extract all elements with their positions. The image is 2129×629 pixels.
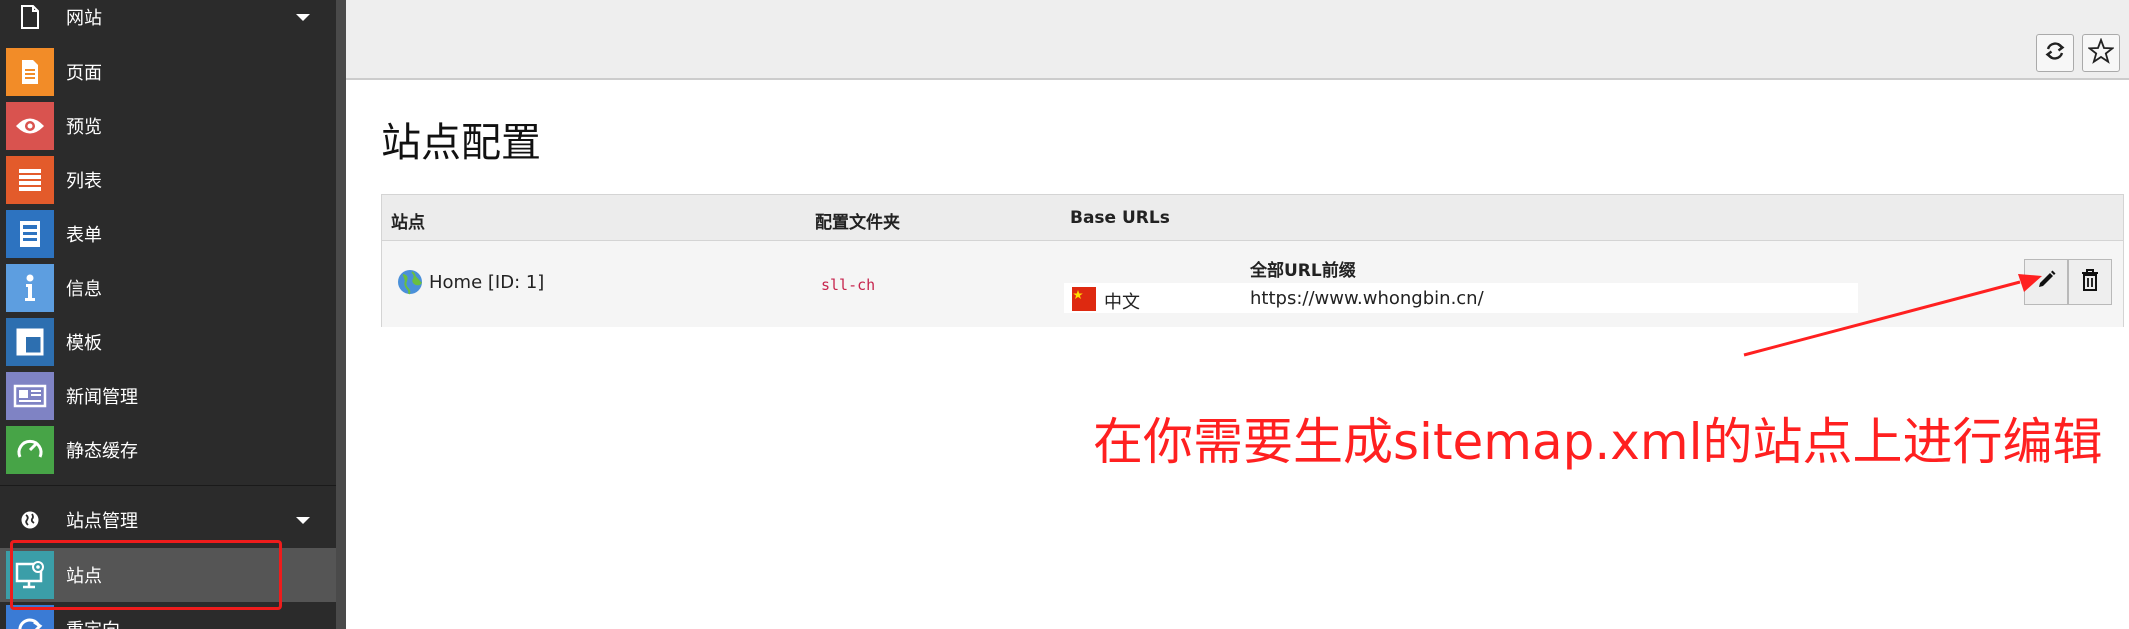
annotation-highlight-box [10,540,282,610]
document-icon [10,0,50,36]
language-label: 中文 [1104,292,1140,313]
info-icon [6,264,54,312]
bookmark-button[interactable] [2082,34,2120,72]
sidebar-item-list[interactable]: 列表 [0,153,336,207]
chevron-down-icon[interactable] [296,13,310,21]
reload-icon [2044,40,2066,66]
list-icon [6,156,54,204]
sidebar-item-info[interactable]: 信息 [0,261,336,315]
sidebar-group-label: 网站 [66,8,102,29]
sidebar-item-label: 列表 [66,171,102,192]
china-flag-icon [1072,287,1096,311]
sidebar-item-label: 信息 [66,279,102,300]
sidebar-item-static-cache[interactable]: 静态缓存 [0,423,336,477]
news-icon [6,372,54,420]
sidebar-item-label: 页面 [66,63,102,84]
globe-icon [10,501,50,539]
sidebar-item-form[interactable]: 表单 [0,207,336,261]
page-icon [6,48,54,96]
sidebar-group-site-management[interactable]: 站点管理 [0,501,336,539]
star-icon [2086,37,2116,68]
form-icon [6,210,54,258]
sidebar-item-page[interactable]: 页面 [0,45,336,99]
config-folder-value: sll-ch [821,276,876,294]
template-icon [6,318,54,366]
url-prefix-header: 全部URL前缀 [1250,261,1356,281]
column-header-site: 站点 [391,213,425,233]
column-header-config-folder: 配置文件夹 [815,213,900,233]
toolbar [346,0,2129,80]
cache-icon [6,426,54,474]
sidebar-item-preview[interactable]: 预览 [0,99,336,153]
chevron-down-icon[interactable] [296,516,310,524]
reload-button[interactable] [2036,34,2074,72]
sidebar-item-label: 新闻管理 [66,387,138,408]
sidebar-item-label: 预览 [66,117,102,138]
sidebar-item-label: 表单 [66,225,102,246]
delete-button[interactable] [2068,259,2112,305]
sidebar-group-label: 站点管理 [66,511,138,532]
annotation-text: 在你需要生成sitemap.xml的站点上进行编辑 [1093,413,2103,471]
site-name: Home [ID: 1] [429,272,545,293]
sidebar-item-news[interactable]: 新闻管理 [0,369,336,423]
eye-icon [6,102,54,150]
sidebar-item-label: 静态缓存 [66,441,138,462]
sidebar-divider [0,485,336,486]
page-title: 站点配置 [381,120,541,166]
sidebar-resize-handle[interactable] [336,0,346,629]
sidebar: 网站 页面 预览 列表 表单 信息 模板 新闻管理 静态缓存 站点管理 站点 [0,0,336,629]
pencil-icon [2035,269,2057,295]
sidebar-group-website[interactable]: 网站 [0,0,336,36]
globe-icon [397,269,423,299]
sidebar-item-label: 重定向 [66,616,120,629]
sidebar-item-label: 模板 [66,333,102,354]
edit-button[interactable] [2024,259,2068,305]
trash-icon [2080,268,2100,296]
column-header-base-urls: Base URLs [1070,208,1170,228]
base-url-link[interactable]: https://www.whongbin.cn/ [1250,288,1484,309]
table-header: 站点 配置文件夹 Base URLs [382,195,2123,241]
sidebar-item-template[interactable]: 模板 [0,315,336,369]
